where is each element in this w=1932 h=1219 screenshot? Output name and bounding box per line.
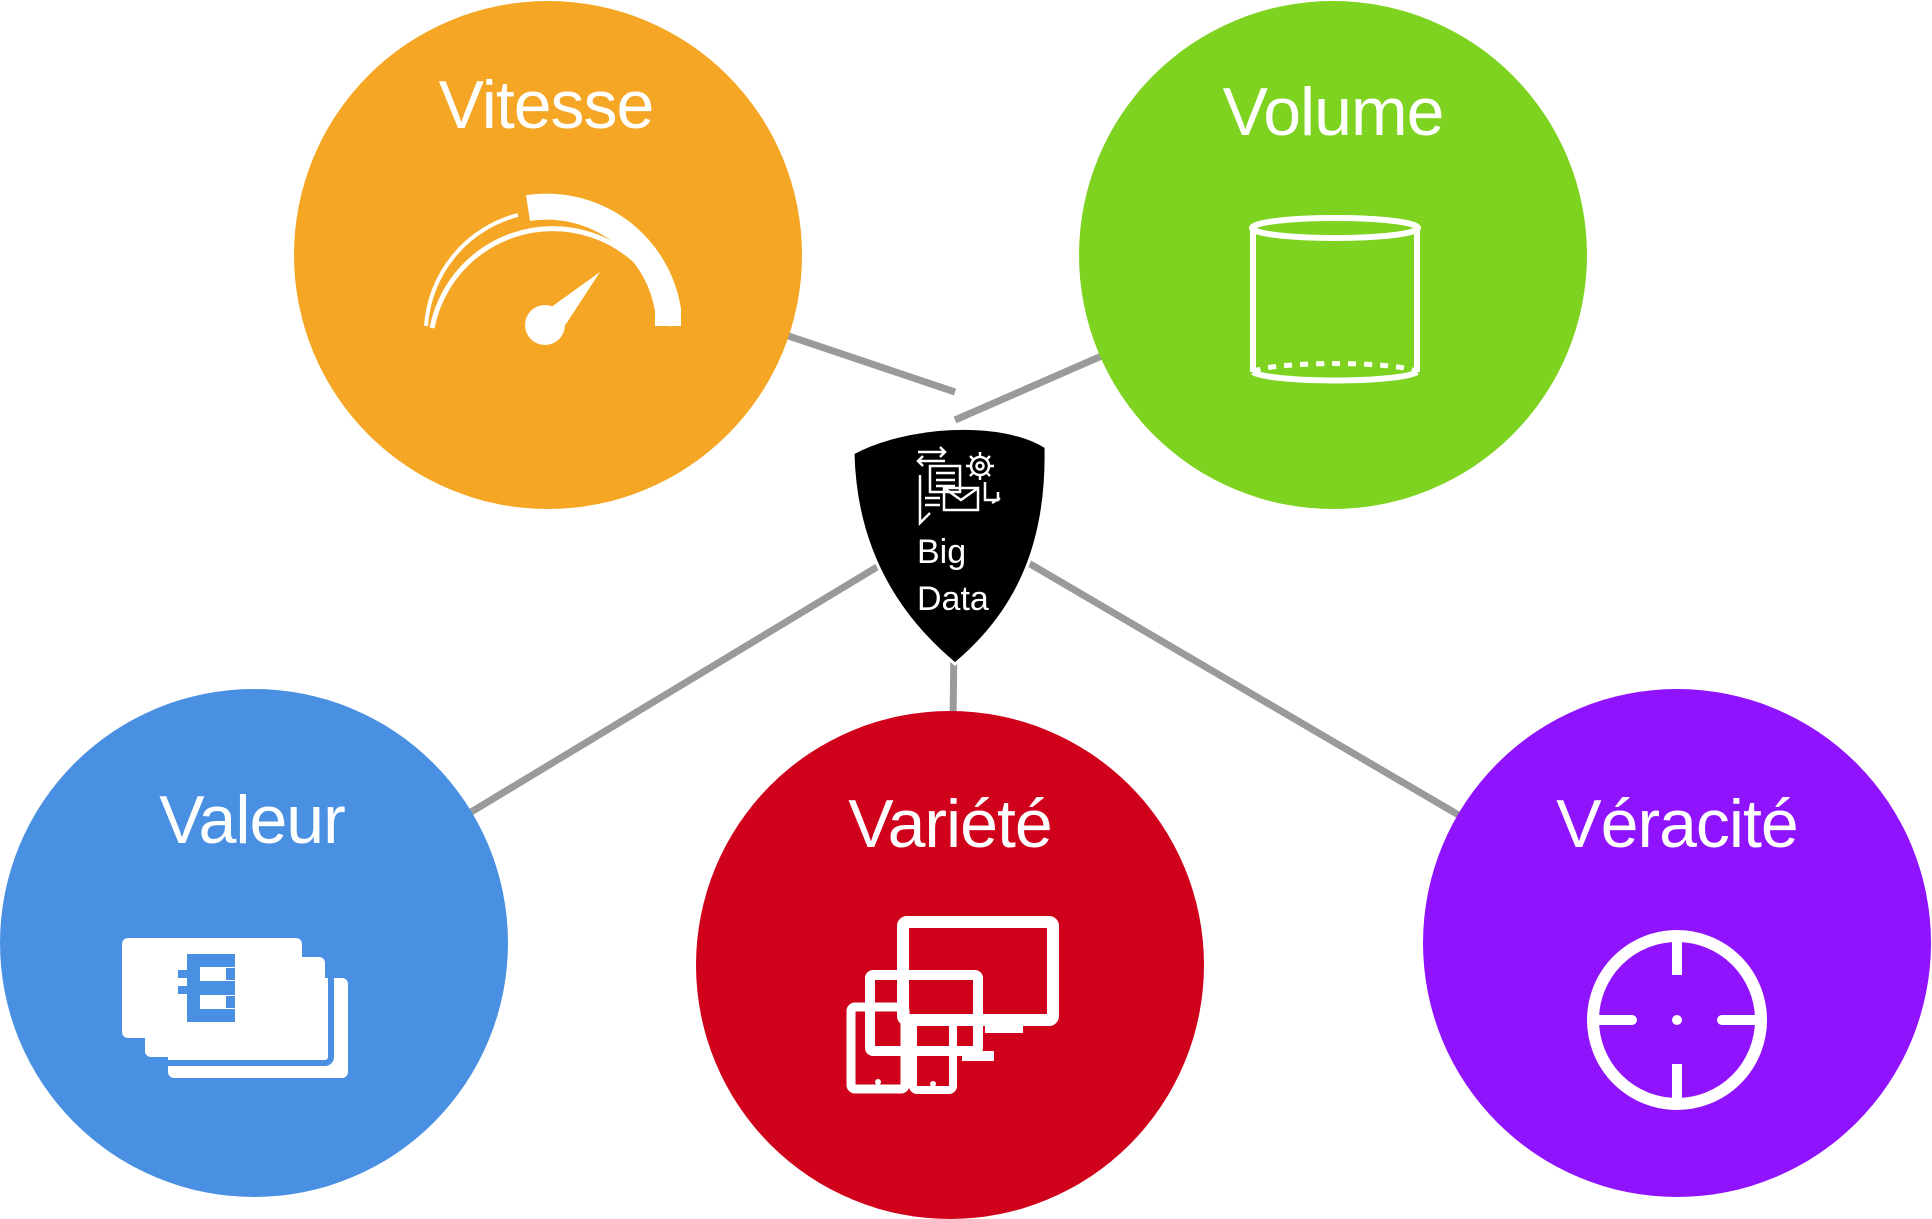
hub-big-data: Big Data: [851, 426, 1048, 666]
node-veracite: Véracité: [1423, 689, 1931, 1197]
node-volume-label: Volume: [1223, 74, 1444, 150]
euro-banknotes-icon: [122, 938, 357, 1087]
node-valeur: Valeur: [0, 689, 508, 1197]
hub-label-line2: Data: [917, 580, 989, 618]
big-data-diagram: Vitesse Volume Valeur Variété Véracité B…: [0, 1, 1931, 1219]
node-vitesse: Vitesse: [294, 1, 802, 509]
node-veracite-label: Véracité: [1556, 786, 1797, 862]
node-valeur-label: Valeur: [159, 782, 345, 858]
node-vitesse-label: Vitesse: [439, 67, 654, 143]
node-variete-label: Variété: [848, 786, 1051, 862]
hub-label-line1: Big: [917, 533, 966, 571]
crosshair-target-icon: [1587, 930, 1767, 1110]
node-volume: Volume: [1079, 1, 1587, 509]
node-variete: Variété: [696, 711, 1204, 1219]
